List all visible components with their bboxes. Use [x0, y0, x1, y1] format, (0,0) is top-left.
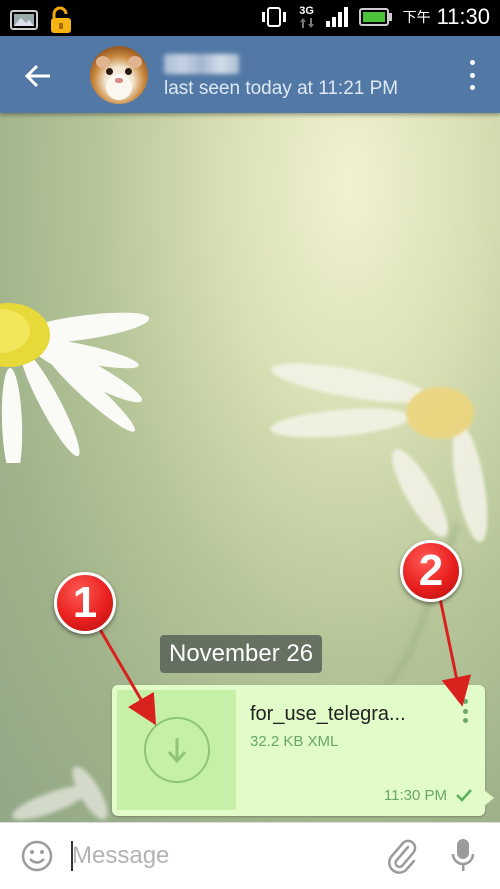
dot: [469, 72, 475, 78]
message-time: 11:30 PM: [383, 787, 447, 804]
annotation-badge-2: 2: [400, 540, 462, 602]
status-bar: 3G 下午 11:30: [0, 0, 500, 36]
status-time: 11:30: [436, 4, 490, 29]
signal-icon: [325, 7, 348, 27]
unlock-icon: [51, 6, 71, 33]
chat-header: last seen today at 11:21 PM: [0, 36, 500, 113]
date-separator: November 26: [160, 635, 323, 673]
attach-paperclip-icon[interactable]: [384, 837, 418, 875]
clock-suffix: 下午: [402, 10, 431, 26]
dot: [462, 718, 468, 723]
battery-icon: [358, 8, 392, 26]
back-button[interactable]: [18, 56, 58, 96]
message-input[interactable]: [72, 839, 362, 873]
file-name: for_use_telegra...: [250, 703, 406, 725]
arrow-left-icon: [25, 64, 50, 88]
last-seen-status: last seen today at 11:21 PM: [164, 78, 399, 99]
message-input-bar: [0, 822, 500, 889]
file-size-type: 32.2 KB XML: [250, 733, 339, 750]
network-type-label: 3G: [299, 4, 314, 17]
chat-background[interactable]: November 26 for_use_telegra... 32.2 KB X…: [0, 113, 500, 822]
file-message-bubble[interactable]: for_use_telegra... 32.2 KB XML 11:30 PM: [112, 685, 494, 816]
vibrate-icon: [261, 7, 286, 27]
microphone-icon[interactable]: [450, 837, 476, 875]
dot: [462, 699, 468, 704]
sent-check-icon: [456, 789, 472, 802]
file-download-area[interactable]: [117, 690, 236, 810]
more-options-button[interactable]: [466, 60, 478, 90]
dot: [469, 85, 475, 90]
dot: [462, 708, 468, 714]
annotation-badge-1: 1: [54, 572, 116, 634]
network-type-indicator: 3G: [299, 4, 315, 29]
emoji-icon[interactable]: [20, 839, 54, 873]
image-notification-icon: [10, 10, 38, 30]
dot: [469, 60, 475, 65]
daisy-decoration: [0, 303, 150, 463]
data-arrows-icon: [299, 17, 314, 28]
contact-avatar[interactable]: [90, 46, 148, 104]
contact-name-redacted[interactable]: [164, 54, 239, 74]
download-button[interactable]: [143, 717, 210, 783]
file-options-button[interactable]: [461, 699, 469, 723]
download-arrow-icon: [167, 738, 186, 764]
